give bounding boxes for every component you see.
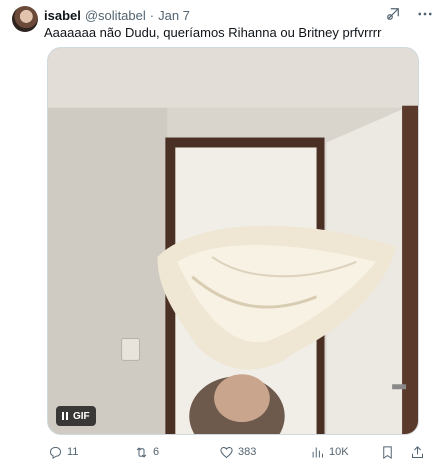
display-name[interactable]: isabel bbox=[44, 8, 81, 23]
tweet-header: isabel @solitabel · Jan 7 bbox=[44, 7, 190, 23]
gif-media[interactable]: GIF bbox=[47, 47, 419, 435]
gif-badge[interactable]: GIF bbox=[56, 406, 96, 426]
views-count: 10K bbox=[329, 446, 349, 458]
action-bar: 11 6 383 10K bbox=[44, 443, 436, 461]
grok-icon[interactable] bbox=[384, 5, 402, 28]
retweet-icon bbox=[136, 446, 147, 458]
tweet-date[interactable]: Jan 7 bbox=[158, 8, 190, 23]
views-icon bbox=[312, 447, 323, 457]
pause-icon[interactable] bbox=[62, 412, 68, 420]
gif-label: GIF bbox=[73, 410, 90, 422]
views-button[interactable]: 10K bbox=[310, 443, 349, 461]
header-icons bbox=[384, 5, 434, 28]
reply-button[interactable]: 11 bbox=[48, 443, 78, 461]
share-button[interactable] bbox=[410, 443, 425, 461]
like-count: 383 bbox=[238, 446, 257, 458]
user-handle[interactable]: @solitabel bbox=[85, 8, 146, 23]
tweet[interactable]: isabel @solitabel · Jan 7 Aaaaaaa não Du… bbox=[0, 0, 444, 469]
gif-frame bbox=[48, 48, 418, 434]
reply-count: 11 bbox=[67, 446, 79, 458]
more-icon[interactable] bbox=[416, 5, 434, 28]
share-icon bbox=[412, 445, 423, 458]
tweet-text: Aaaaaaa não Dudu, queríamos Rihanna ou B… bbox=[44, 25, 382, 40]
bookmark-icon bbox=[383, 445, 392, 459]
like-button[interactable]: 383 bbox=[219, 443, 256, 461]
avatar[interactable] bbox=[12, 6, 38, 32]
like-icon bbox=[220, 446, 233, 458]
reply-icon bbox=[49, 446, 62, 459]
retweet-count: 6 bbox=[153, 446, 160, 458]
retweet-button[interactable]: 6 bbox=[134, 443, 159, 461]
bookmark-button[interactable] bbox=[380, 443, 395, 461]
separator-dot: · bbox=[149, 7, 155, 23]
